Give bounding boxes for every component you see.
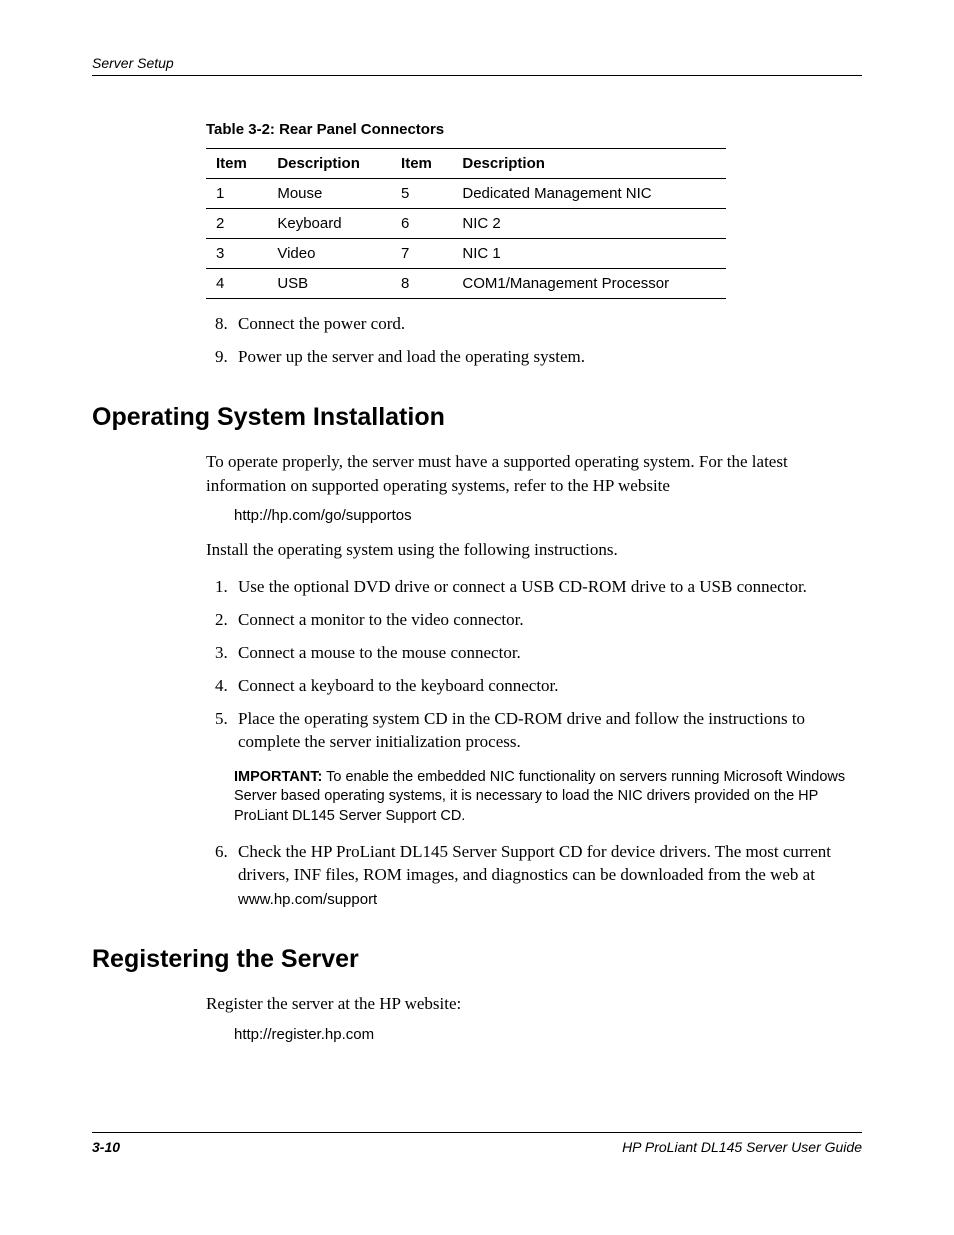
list-item: Place the operating system CD in the CD-…: [232, 708, 862, 754]
list-item: Use the optional DVD drive or connect a …: [232, 576, 862, 599]
cell: NIC 1: [452, 239, 726, 269]
steps-continued: Connect the power cord. Power up the ser…: [206, 313, 862, 369]
cell: 8: [391, 269, 452, 299]
section-heading-os-install: Operating System Installation: [92, 403, 862, 432]
table-row: 3 Video 7 NIC 1: [206, 239, 726, 269]
cell: NIC 2: [452, 209, 726, 239]
note-label: IMPORTANT:: [234, 769, 322, 785]
list-item: Connect a mouse to the mouse connector.: [232, 642, 862, 665]
table-row: 1 Mouse 5 Dedicated Management NIC: [206, 179, 726, 209]
list-item: Connect the power cord.: [232, 313, 862, 336]
table-caption: Table 3-2: Rear Panel Connectors: [206, 121, 862, 138]
col-header: Item: [391, 149, 452, 179]
cell: 5: [391, 179, 452, 209]
list-item: Check the HP ProLiant DL145 Server Suppo…: [232, 841, 862, 911]
cell: 7: [391, 239, 452, 269]
step-text: Check the HP ProLiant DL145 Server Suppo…: [238, 842, 831, 884]
paragraph: To operate properly, the server must hav…: [206, 450, 862, 498]
note-text: To enable the embedded NIC functionality…: [234, 769, 845, 824]
section-heading-register: Registering the Server: [92, 945, 862, 974]
cell: 3: [206, 239, 267, 269]
list-item: Connect a monitor to the video connector…: [232, 609, 862, 632]
cell: Dedicated Management NIC: [452, 179, 726, 209]
important-note: IMPORTANT: To enable the embedded NIC fu…: [234, 768, 862, 827]
table-row: 4 USB 8 COM1/Management Processor: [206, 269, 726, 299]
col-header: Item: [206, 149, 267, 179]
install-steps-cont: Check the HP ProLiant DL145 Server Suppo…: [206, 841, 862, 911]
url-text: http://register.hp.com: [234, 1026, 862, 1043]
cell: 2: [206, 209, 267, 239]
paragraph: Register the server at the HP website:: [206, 992, 862, 1016]
cell: USB: [267, 269, 391, 299]
col-header: Description: [452, 149, 726, 179]
cell: 6: [391, 209, 452, 239]
cell: Video: [267, 239, 391, 269]
cell: 4: [206, 269, 267, 299]
url-text: http://hp.com/go/supportos: [234, 507, 862, 524]
running-header: Server Setup: [92, 55, 862, 76]
page-number: 3-10: [92, 1139, 120, 1155]
cell: COM1/Management Processor: [452, 269, 726, 299]
list-item: Connect a keyboard to the keyboard conne…: [232, 675, 862, 698]
cell: Mouse: [267, 179, 391, 209]
url-text: www.hp.com/support: [238, 890, 862, 910]
list-item: Power up the server and load the operati…: [232, 346, 862, 369]
table-row: 2 Keyboard 6 NIC 2: [206, 209, 726, 239]
connector-table: Item Description Item Description 1 Mous…: [206, 148, 726, 299]
page-footer: 3-10 HP ProLiant DL145 Server User Guide: [92, 1132, 862, 1155]
col-header: Description: [267, 149, 391, 179]
cell: 1: [206, 179, 267, 209]
cell: Keyboard: [267, 209, 391, 239]
document-page: Server Setup Table 3-2: Rear Panel Conne…: [0, 0, 954, 1235]
doc-title: HP ProLiant DL145 Server User Guide: [622, 1139, 862, 1155]
paragraph: Install the operating system using the f…: [206, 538, 862, 562]
install-steps: Use the optional DVD drive or connect a …: [206, 576, 862, 754]
